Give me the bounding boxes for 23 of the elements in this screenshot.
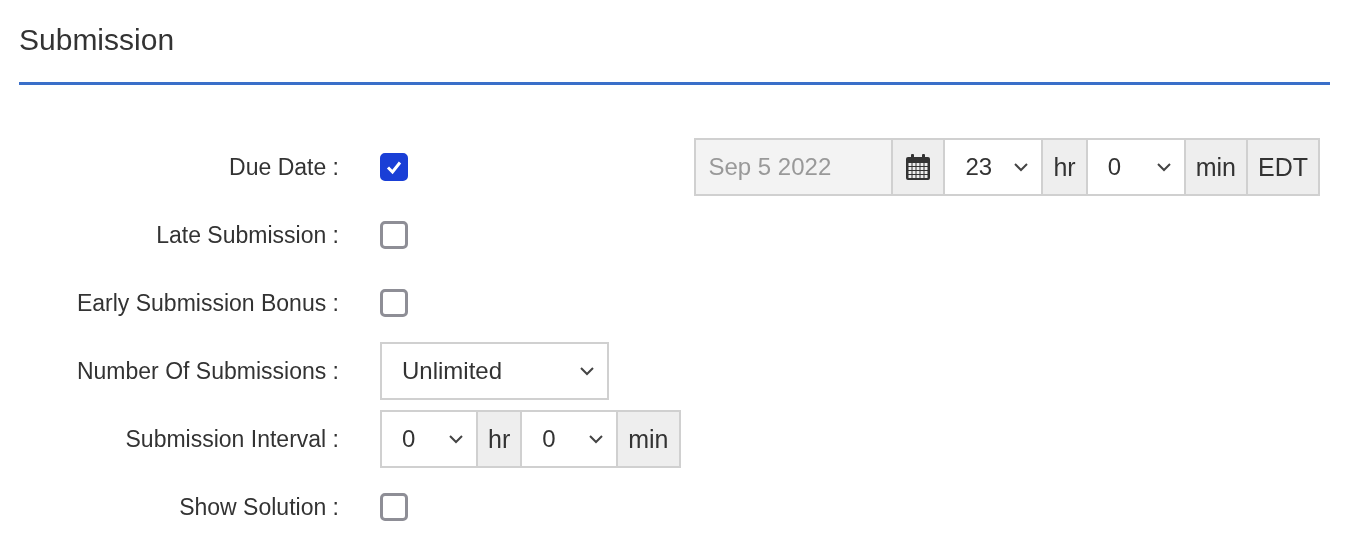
chevron-down-icon [448,434,464,444]
unit-label: min [1185,140,1248,194]
chevron-down-icon [579,366,595,376]
field-label: Submission Interval : [124,425,339,453]
unit-label: min [618,412,679,466]
field-label: Due Date : [228,153,339,181]
field-label: Number Of Submissions : [75,357,339,385]
submissions-select[interactable]: Unlimited [380,342,609,400]
field-label: Late Submission : [155,221,339,249]
timezone-label: EDT [1248,140,1318,194]
chevron-down-icon [1155,162,1172,172]
field-label: Early Submission Bonus : [75,289,339,317]
checkbox[interactable] [380,493,408,521]
section-title: Submission [19,22,176,58]
calendar-icon[interactable] [893,140,946,194]
field-label: Show Solution : [178,493,339,521]
unit-label: hr [478,412,523,466]
chevron-down-icon [588,434,605,444]
checkbox[interactable] [380,221,408,249]
chevron-down-icon [1013,162,1030,172]
checkbox[interactable] [380,153,408,181]
unit-label: hr [1043,140,1088,194]
checkbox[interactable] [380,289,408,317]
